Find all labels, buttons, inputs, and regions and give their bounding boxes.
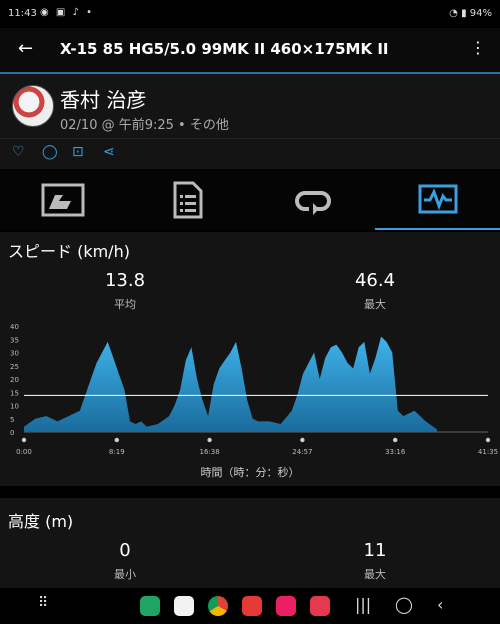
avg-speed-label: 平均	[114, 298, 136, 311]
min-elevation-value: 0	[119, 540, 131, 561]
flipboard-app-icon[interactable]	[242, 596, 262, 616]
tab-laps[interactable]	[250, 170, 375, 230]
signal-icon: ▮	[461, 8, 467, 19]
status-bar: 11:43 ◉ ▣ ♪ • ◔ ▮ 94%	[0, 0, 500, 28]
system-indicators: ◔ ▮ 94%	[449, 8, 492, 19]
overview-icon	[41, 183, 84, 217]
y-tick-label: 5	[10, 416, 14, 424]
y-tick-label: 0	[10, 429, 14, 437]
back-nav-icon[interactable]: ‹	[437, 595, 443, 614]
social-actions: ♡ ◯ ⊡ ⋖	[0, 138, 500, 169]
tab-charts[interactable]	[375, 170, 500, 230]
chart-icon	[418, 184, 457, 214]
x-tick-label: 41:35	[478, 448, 498, 456]
x-tick-label: 8:19	[109, 448, 125, 456]
speed-chart[interactable]: 40 35 30 25 20 15 10 5 0 0:00 8:19 16:38 24:57 33:16 4…	[0, 320, 500, 462]
x-tick-label: 24:57	[292, 448, 312, 456]
comment-icon[interactable]: ◯	[42, 144, 58, 160]
back-arrow-icon[interactable]: ←	[18, 38, 33, 59]
activity-tabs	[0, 170, 500, 230]
app-drawer-icon[interactable]: ⠿	[38, 595, 48, 611]
navigation-bar: ⠿ ||| ◯ ‹	[0, 588, 500, 624]
x-tick-dot	[114, 437, 120, 443]
x-tick-dot	[21, 437, 27, 443]
x-tick-dot	[393, 437, 398, 443]
max-speed-label: 最大	[364, 298, 386, 311]
x-tick-label: 0:00	[16, 448, 32, 456]
phone-app-icon[interactable]	[140, 596, 160, 616]
x-tick-dot	[485, 437, 491, 443]
document-icon	[173, 181, 202, 219]
y-tick-label: 30	[10, 350, 19, 358]
tab-overview[interactable]	[0, 170, 125, 230]
x-tick-label: 33:16	[385, 448, 406, 456]
add-photo-icon[interactable]: ⊡	[72, 144, 84, 160]
clock: 11:43	[8, 8, 37, 19]
y-tick-label: 15	[10, 389, 19, 397]
battery-level: 94%	[469, 8, 492, 19]
y-tick-label: 10	[10, 403, 19, 411]
mail-app-icon[interactable]	[174, 596, 194, 616]
app-bar: ← X-15 85 HG5/5.0 99MK II 460×175MK II ⋮	[0, 28, 500, 72]
chrome-app-icon[interactable]	[208, 596, 228, 616]
x-tick-dot	[300, 437, 305, 443]
notification-icons: ◉ ▣ ♪ •	[40, 7, 94, 18]
max-elevation-value: 11	[363, 540, 387, 561]
y-tick-label: 40	[10, 323, 19, 331]
user-name[interactable]: 香村 治彦	[60, 84, 146, 113]
max-speed-value: 46.4	[354, 270, 396, 291]
speed-area-series	[24, 336, 437, 432]
avatar[interactable]	[12, 85, 54, 127]
elevation-section: 高度 (m) 0 最小 11 最大	[0, 498, 500, 588]
lap-loop-icon	[294, 191, 331, 215]
avg-speed-value: 13.8	[104, 270, 146, 291]
x-axis-caption: 時間（時：分：秒）	[200, 466, 300, 479]
x-tick-label: 16:38	[200, 448, 220, 456]
gallery-app-icon[interactable]	[276, 596, 296, 616]
activity-meta: 02/10 @ 午前9:25 • その他	[60, 118, 229, 133]
y-tick-label: 35	[10, 336, 19, 344]
y-tick-label: 20	[10, 376, 19, 384]
share-icon[interactable]: ⋖	[103, 144, 115, 160]
x-tick-dot	[207, 437, 212, 443]
home-icon[interactable]: ◯	[395, 595, 413, 614]
section-gap	[0, 486, 500, 498]
video-app-icon[interactable]	[310, 596, 330, 616]
activity-title: X-15 85 HG5/5.0 99MK II 460×175MK II	[60, 40, 389, 58]
min-elevation-label: 最小	[114, 568, 136, 581]
elevation-title: 高度 (m)	[8, 512, 74, 531]
like-icon[interactable]: ♡	[12, 144, 25, 160]
y-tick-label: 25	[10, 363, 19, 371]
activity-header: 香村 治彦 02/10 @ 午前9:25 • その他	[0, 74, 500, 138]
speed-section: スピード (km/h) 13.8 平均 46.4 最大 40 35 30 25 20 15…	[0, 232, 500, 486]
more-options-icon[interactable]: ⋮	[470, 38, 486, 57]
wifi-icon: ◔	[449, 8, 458, 19]
max-elevation-label: 最大	[364, 568, 386, 581]
speed-title: スピード (km/h)	[8, 242, 130, 261]
tab-details[interactable]	[125, 170, 250, 230]
recents-icon[interactable]: |||	[355, 595, 371, 614]
